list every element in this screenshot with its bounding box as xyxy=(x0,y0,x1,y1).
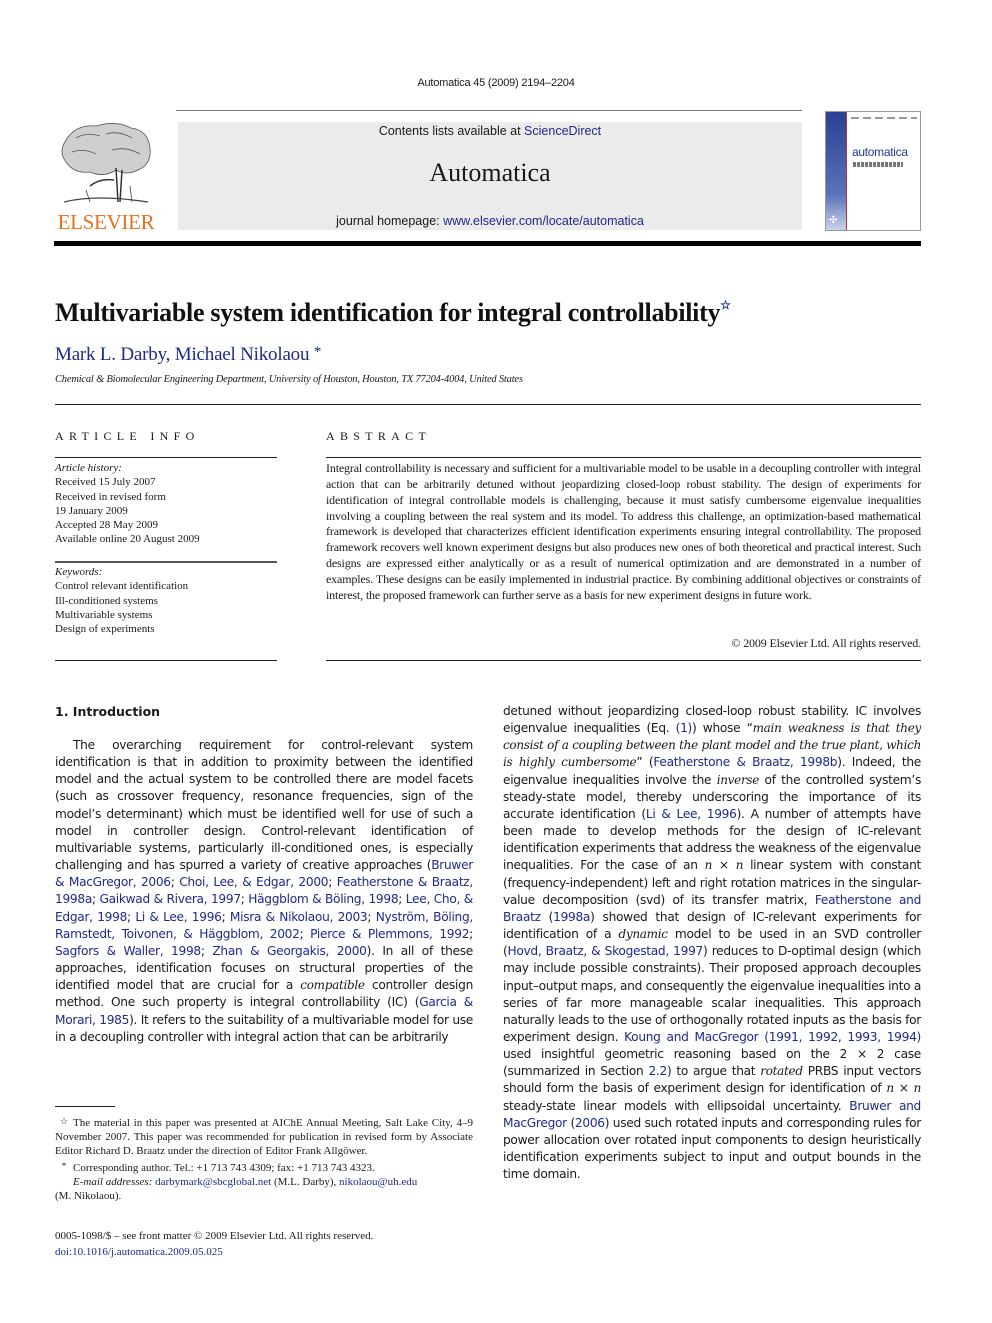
contents-availability: Contents lists available at ScienceDirec… xyxy=(178,124,802,138)
footnote-rule xyxy=(55,1106,115,1107)
section-heading-introduction: 1. Introduction xyxy=(55,704,161,719)
history-item: Received 15 July 2007 xyxy=(55,476,156,489)
author-list: Mark L. Darby, Michael Nikolaou * xyxy=(55,344,321,366)
citation-link[interactable]: Sagfors & Waller, 1998 xyxy=(55,944,201,958)
email-link-darby[interactable]: darbymark@sbcglobal.net xyxy=(155,1176,271,1188)
journal-citation: Automatica 45 (2009) 2194–2204 xyxy=(417,77,575,89)
emphasis-text: inverse xyxy=(716,772,760,787)
elsevier-wordmark: ELSEVIER xyxy=(57,210,155,234)
emphasis-text: n xyxy=(735,858,744,873)
cover-accent-line xyxy=(846,112,847,230)
citation-link[interactable]: Bruwer and MacGregor xyxy=(503,1099,921,1130)
issn-line: 0005-1098/$ – see front matter © 2009 El… xyxy=(55,1230,374,1242)
emphasis-text: dynamic xyxy=(618,927,668,942)
elsevier-tree-icon xyxy=(61,123,151,203)
abstract-rule-top xyxy=(326,457,921,458)
footnote-star-mark: ☆ xyxy=(59,1116,69,1126)
email-link-nikolaou[interactable]: nikolaou@uh.edu xyxy=(339,1176,417,1188)
abstract-rule-bottom xyxy=(326,660,921,661)
email-label: E-mail addresses: xyxy=(73,1175,153,1188)
paper-title: Multivariable system identification for … xyxy=(55,298,731,328)
citation-link[interactable]: Gaikwad & Rivera, 1997 xyxy=(99,892,241,906)
journal-cover-thumbnail[interactable]: automatica ✣ xyxy=(825,111,921,231)
citation-link[interactable]: (1) xyxy=(676,721,693,735)
email-owner-nikolaou: (M. Nikolaou). xyxy=(55,1190,122,1203)
header-top-rule xyxy=(176,110,802,111)
footnote-presentation-text: The material in this paper was presented… xyxy=(55,1117,473,1158)
corresponding-author-mark[interactable]: * xyxy=(314,344,322,360)
citation-link[interactable]: 2.2 xyxy=(648,1064,667,1078)
citation-link[interactable]: Koung and MacGregor (1991, 1992, 1993, 1… xyxy=(624,1030,921,1044)
footnote-corresponding: * Corresponding author. Tel.: +1 713 743 … xyxy=(55,1159,473,1175)
emphasis-text: n xyxy=(704,858,713,873)
citation-link[interactable]: Choi, Lee, & Edgar, 2000 xyxy=(179,875,328,889)
cover-issue-info xyxy=(851,117,917,119)
keyword-item: Multivariable systems xyxy=(55,608,153,621)
article-info-rule-bottom xyxy=(55,660,277,661)
article-info-heading: ARTICLE INFO xyxy=(55,429,200,443)
paper-title-text: Multivariable system identification for … xyxy=(55,298,721,327)
emphasis-text: compatible xyxy=(300,978,365,993)
cover-title: automatica xyxy=(852,145,908,159)
citation-link[interactable]: Hovd, Braatz, & Skogestad, 1997 xyxy=(507,944,703,958)
journal-banner: Contents lists available at ScienceDirec… xyxy=(178,122,802,230)
keyword-item: Ill-conditioned systems xyxy=(55,594,158,607)
journal-homepage-link[interactable]: www.elsevier.com/locate/automatica xyxy=(443,214,644,228)
abstract-text: Integral controllability is necessary an… xyxy=(326,461,921,602)
email-owner-darby: (M.L. Darby), xyxy=(271,1175,340,1188)
footnote-corresponding-text: Corresponding author. Tel.: +1 713 743 4… xyxy=(73,1161,375,1174)
keywords-label: Keywords: xyxy=(55,566,103,578)
history-item: Received in revised form xyxy=(55,490,166,503)
keywords: Keywords: Control relevant identificatio… xyxy=(55,565,277,636)
keyword-item: Control relevant identification xyxy=(55,580,189,593)
citation-link[interactable]: Garcia & Morari, 1985 xyxy=(55,995,473,1026)
footer-meta: 0005-1098/$ – see front matter © 2009 El… xyxy=(55,1229,473,1260)
title-footnote-star[interactable]: ☆ xyxy=(720,298,731,312)
article-info-rule-mid xyxy=(55,561,277,563)
emphasis-text: n xyxy=(913,1081,922,1096)
ifac-logo-icon: ✣ xyxy=(829,215,838,226)
citation-link[interactable]: Li & Lee, 1996 xyxy=(135,910,222,924)
affiliation: Chemical & Biomolecular Engineering Depa… xyxy=(55,374,523,385)
contents-prefix: Contents lists available at xyxy=(378,124,525,138)
citation-link[interactable]: 1998a xyxy=(553,910,590,924)
history-item: 19 January 2009 xyxy=(55,504,128,517)
title-divider xyxy=(55,404,921,405)
footnote-asterisk-mark: * xyxy=(61,1160,67,1171)
history-item: Available online 20 August 2009 xyxy=(55,533,200,546)
citation-link[interactable]: Li & Lee, 1996 xyxy=(646,807,737,821)
elsevier-logo[interactable]: ELSEVIER xyxy=(54,118,158,236)
article-history: Article history: Received 15 July 2007 R… xyxy=(55,461,277,547)
intro-left-column: The overarching requirement for control-… xyxy=(55,738,474,1044)
emphasis-text: rotated xyxy=(760,1064,803,1079)
citation-link[interactable]: Zhan & Georgakis, 2000 xyxy=(212,944,367,958)
authors-link[interactable]: Mark L. Darby, Michael Nikolaou xyxy=(55,344,309,365)
cover-subtitle xyxy=(853,162,903,167)
keyword-item: Design of experiments xyxy=(55,623,155,636)
article-history-label: Article history: xyxy=(55,462,122,474)
citation-link[interactable]: Featherstone & Braatz, 1998b xyxy=(653,755,837,769)
doi-link[interactable]: doi:10.1016/j.automatica.2009.05.025 xyxy=(55,1246,223,1258)
header-heavy-rule xyxy=(54,241,921,246)
journal-name: Automatica xyxy=(429,158,551,187)
sciencedirect-link[interactable]: ScienceDirect xyxy=(524,124,601,138)
article-info-rule-top xyxy=(55,457,277,458)
footnote-emails: E-mail addresses: darbymark@sbcglobal.ne… xyxy=(55,1175,473,1203)
citation-link[interactable]: Misra & Nikolaou, 2003 xyxy=(230,910,368,924)
cover-side-strip xyxy=(826,112,846,230)
journal-homepage: journal homepage: www.elsevier.com/locat… xyxy=(178,214,802,228)
citation-link[interactable]: 2006 xyxy=(575,1116,605,1130)
footnotes: ☆ The material in this paper was presente… xyxy=(55,1114,473,1203)
abstract-copyright: © 2009 Elsevier Ltd. All rights reserved… xyxy=(731,636,921,650)
history-item: Accepted 28 May 2009 xyxy=(55,519,158,532)
citation-link[interactable]: Pierce & Plemmons, 1992 xyxy=(310,927,469,941)
intro-right-column: detuned without jeopardizing closed-loop… xyxy=(503,704,922,1182)
abstract-heading: ABSTRACT xyxy=(326,429,432,443)
emphasis-text: n xyxy=(886,1081,894,1096)
citation-link[interactable]: Häggblom & Böling, 1998 xyxy=(248,892,398,906)
footnote-presentation: ☆ The material in this paper was presente… xyxy=(55,1114,473,1159)
homepage-prefix: journal homepage: xyxy=(336,214,444,228)
